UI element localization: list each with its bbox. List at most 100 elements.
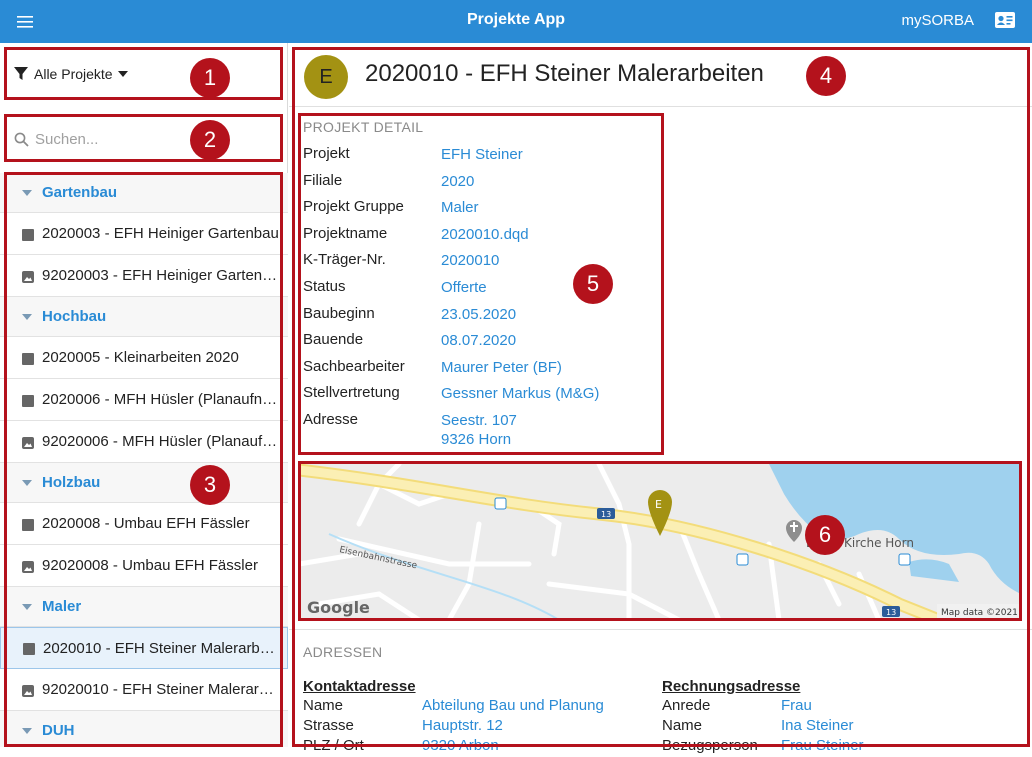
contact-address: Kontaktadresse Name Abteilung Bau und Pla… — [303, 678, 604, 757]
detail-value[interactable]: 2020010 — [441, 251, 499, 270]
detail-key: Projektname — [303, 224, 388, 242]
detail-row: Baubeginn 23.05.2020 — [303, 305, 663, 332]
detail-key: Projekt — [303, 145, 350, 162]
group-label: Maler — [42, 598, 82, 615]
detail-value[interactable]: EFH Steiner — [441, 145, 523, 164]
group-label: Hochbau — [42, 308, 107, 325]
app-title: Projekte App — [466, 11, 566, 28]
detail-value[interactable]: Seestr. 107 9326 Horn — [441, 411, 517, 449]
route-badge-2: 13 — [886, 608, 896, 617]
address-key: Anrede — [662, 697, 711, 714]
detail-value[interactable]: Gessner Markus (M&G) — [441, 384, 599, 403]
address-value[interactable]: Frau — [781, 697, 812, 717]
detail-value[interactable]: Maurer Peter (BF) — [441, 358, 562, 377]
detail-row: Projektname 2020010.dqd — [303, 225, 663, 252]
detail-value[interactable]: 2020 — [441, 172, 474, 191]
square-icon — [22, 394, 34, 407]
list-item-label: 92020006 - MFH Hüsler (Planaufnahme) — [42, 433, 282, 450]
list-item-label: 2020006 - MFH Hüsler (Planaufnahme) — [42, 391, 282, 408]
location-map[interactable]: Eisenbahnstrasse 13 13 E Kirche Horn E G… — [299, 464, 1021, 620]
list-item[interactable]: 2020010 - EFH Steiner Malerarbeiten — [0, 627, 288, 669]
group-header[interactable]: DUH — [0, 711, 288, 747]
list-item-label: 2020010 - EFH Steiner Malerarbeiten — [43, 639, 283, 657]
address-value[interactable]: Hauptstr. 12 — [422, 717, 503, 737]
poi-label: Kirche Horn — [844, 536, 914, 550]
address-row: Name Ina Steiner — [662, 717, 864, 737]
address-value[interactable]: Frau Steiner — [781, 737, 864, 757]
billing-address: Rechnungsadresse Anrede Frau Name Ina Stein… — [662, 678, 864, 757]
detail-value[interactable]: Offerte — [441, 278, 487, 297]
detail-row: Projekt Gruppe Maler — [303, 198, 663, 225]
chevron-down-icon — [117, 71, 128, 77]
app-header: Projekte App mySORBA — [0, 0, 1032, 43]
address-row: Anrede Frau — [662, 697, 864, 717]
list-item-label: 92020003 - EFH Heiniger Gartenbau — [42, 267, 282, 284]
filter-dropdown[interactable]: Alle Projekte — [0, 43, 288, 105]
detail-key: Stellvertretung — [303, 384, 400, 402]
detail-value[interactable]: 23.05.2020 — [441, 305, 516, 324]
detail-key: Projekt Gruppe — [303, 198, 404, 216]
address-value[interactable]: 9320 Arbon — [422, 737, 499, 757]
group-label: Gartenbau — [42, 184, 118, 201]
list-item[interactable]: 2020006 - MFH Hüsler (Planaufnahme) — [0, 379, 288, 421]
contact-heading: Kontaktadresse — [303, 678, 416, 695]
list-item-label: 2020003 - EFH Heiniger Gartenbau — [42, 225, 279, 242]
address-row: PLZ / Ort 9320 Arbon — [303, 737, 604, 757]
list-item[interactable]: 2020005 - Kleinarbeiten 2020 — [0, 337, 288, 379]
address-line-2[interactable]: 9326 Horn — [441, 430, 517, 449]
group-header[interactable]: Hochbau — [0, 297, 288, 337]
address-row: Strasse Hauptstr. 12 — [303, 717, 604, 737]
detail-value[interactable]: 2020010.dqd — [441, 225, 529, 244]
address-key: Name — [662, 717, 703, 734]
detail-key: Filiale — [303, 171, 343, 189]
address-key: Strasse — [303, 717, 354, 734]
square-icon — [23, 642, 35, 655]
map-logo: Google — [307, 598, 370, 617]
user-menu[interactable]: mySORBA — [901, 12, 974, 29]
address-key: Name — [303, 697, 344, 714]
address-row: Name Abteilung Bau und Planung — [303, 697, 604, 717]
group-label: Holzbau — [42, 474, 101, 491]
filter-label: Alle Projekte — [34, 66, 113, 82]
square-icon — [22, 228, 34, 241]
detail-value[interactable]: Maler — [441, 198, 479, 217]
detail-row: Bauende 08.07.2020 — [303, 331, 663, 358]
square-icon — [22, 352, 34, 365]
group-label: DUH — [42, 722, 75, 739]
list-item[interactable]: 92020010 - EFH Steiner Malerarbeiten — [0, 669, 288, 711]
project-panel: E 2020010 - EFH Steiner Malerarbeiten PR… — [289, 43, 1032, 754]
addresses-section-title: ADRESSEN — [303, 644, 383, 660]
list-item[interactable]: 92020008 - Umbau EFH Fässler — [0, 545, 288, 587]
page-title: 2020010 - EFH Steiner Malerarbeiten — [365, 60, 764, 87]
image-icon — [22, 684, 34, 697]
annotation-badge-1: 1 — [190, 58, 230, 98]
billing-heading: Rechnungsadresse — [662, 678, 801, 695]
group-header[interactable]: Holzbau — [0, 463, 288, 503]
list-item[interactable]: 92020003 - EFH Heiniger Gartenbau — [0, 255, 288, 297]
address-value[interactable]: Ina Steiner — [781, 717, 854, 737]
map-attribution: Map data ©2021 — [941, 608, 1018, 618]
sidebar: Alle Projekte Gartenbau 2020003 - EFH Hei… — [0, 43, 288, 747]
detail-row: Stellvertretung Gessner Markus (M&G) — [303, 384, 663, 411]
address-row: Bezugsperson Frau Steiner — [662, 737, 864, 757]
addresses-section: ADRESSEN Kontaktadresse Name Abteilung Ba… — [289, 629, 1032, 754]
address-line-1[interactable]: Seestr. 107 — [441, 411, 517, 430]
chevron-down-icon — [22, 313, 32, 320]
list-item-label: 92020008 - Umbau EFH Fässler — [42, 557, 258, 574]
group-header[interactable]: Maler — [0, 587, 288, 627]
chevron-down-icon — [22, 189, 32, 196]
project-list: Gartenbau 2020003 - EFH Heiniger Gartenba… — [0, 173, 288, 747]
detail-key: K-Träger-Nr. — [303, 251, 386, 269]
list-item[interactable]: 92020006 - MFH Hüsler (Planaufnahme) — [0, 421, 288, 463]
address-value[interactable]: Abteilung Bau und Planung — [422, 697, 604, 717]
group-header[interactable]: Gartenbau — [0, 173, 288, 213]
detail-value[interactable]: 08.07.2020 — [441, 331, 516, 350]
detail-row: Adresse Seestr. 107 9326 Horn — [303, 411, 663, 448]
list-item[interactable]: 2020008 - Umbau EFH Fässler — [0, 503, 288, 545]
contact-card-icon[interactable] — [994, 11, 1016, 31]
list-item-label: 2020008 - Umbau EFH Fässler — [42, 515, 250, 532]
chevron-down-icon — [22, 603, 32, 610]
map-canvas[interactable]: Eisenbahnstrasse 13 13 E Kirche Horn E G… — [299, 464, 1021, 620]
list-item[interactable]: 2020003 - EFH Heiniger Gartenbau — [0, 213, 288, 255]
search-box[interactable] — [6, 117, 282, 161]
